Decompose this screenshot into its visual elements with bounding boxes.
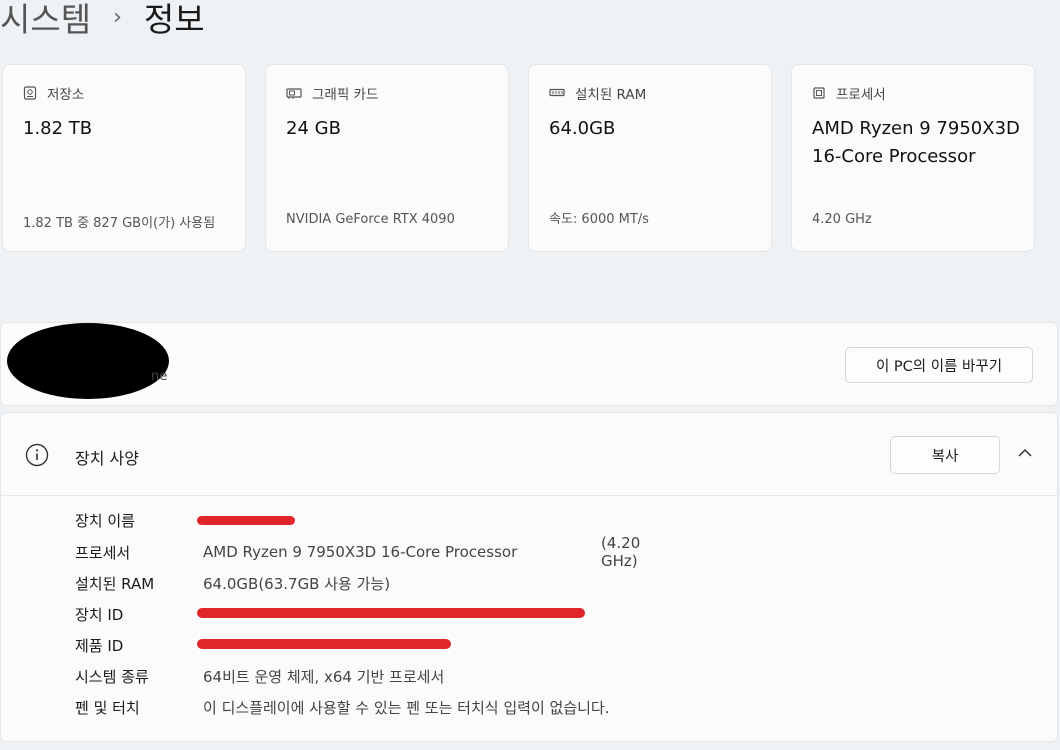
chevron-up-icon[interactable] — [1017, 447, 1033, 459]
breadcrumb: 시스템 › 정보 — [0, 0, 205, 42]
processor-card: 프로세서 AMD Ryzen 9 7950X3D 16-Core Process… — [791, 64, 1035, 252]
ram-card: 설치된 RAM 64.0GB 속도: 6000 MT/s — [528, 64, 772, 252]
spec-row-device-id: 장치 ID — [75, 602, 203, 626]
redaction-line — [197, 639, 451, 649]
spec-label: 제품 ID — [75, 636, 124, 655]
copy-button[interactable]: 복사 — [890, 436, 1000, 474]
spec-row-processor: 프로세서 AMD Ryzen 9 7950X3D 16-Core Process… — [75, 534, 640, 570]
rename-pc-button[interactable]: 이 PC의 이름 바꾸기 — [845, 347, 1033, 383]
storage-value: 1.82 TB — [23, 118, 93, 139]
ram-speed: 속도: 6000 MT/s — [549, 212, 649, 227]
breadcrumb-separator: › — [113, 4, 122, 30]
spec-row-product-id: 제품 ID — [75, 633, 203, 657]
spec-label: 장치 ID — [75, 605, 124, 624]
storage-card: 저장소 1.82 TB 1.82 TB 중 827 GB이(가) 사용됨 — [2, 64, 246, 252]
spec-row-device-name: 장치 이름 — [75, 508, 203, 532]
pc-name-text: ne — [151, 369, 168, 384]
storage-icon — [23, 86, 37, 100]
spec-value: 64.0GB(63.7GB 사용 가능) — [203, 574, 391, 593]
processor-speed: 4.20 GHz — [812, 212, 872, 227]
spec-label: 펜 및 터치 — [75, 698, 140, 717]
ram-title: 설치된 RAM — [575, 87, 647, 103]
device-specs-header[interactable]: 장치 사양 복사 — [1, 413, 1057, 496]
graphics-value: 24 GB — [286, 118, 341, 139]
processor-icon — [813, 87, 825, 99]
spec-label: 시스템 종류 — [75, 667, 149, 686]
graphics-card: 그래픽 카드 24 GB NVIDIA GeForce RTX 4090 — [265, 64, 509, 252]
spec-value: 64비트 운영 체제, x64 기반 프로세서 — [203, 667, 445, 686]
device-specs-panel: 장치 사양 복사 장치 이름 프로세서 AMD Ryzen 9 7950X3D … — [0, 412, 1058, 742]
processor-title: 프로세서 — [836, 87, 886, 103]
spec-label: 장치 이름 — [75, 511, 135, 530]
pc-name-panel: ne 이 PC의 이름 바꾸기 — [0, 322, 1058, 406]
storage-usage: 1.82 TB 중 827 GB이(가) 사용됨 — [23, 216, 216, 231]
spec-value: AMD Ryzen 9 7950X3D 16-Core Processor — [203, 543, 518, 561]
info-icon — [25, 443, 49, 467]
spec-value-extra: (4.20 GHz) — [601, 534, 641, 570]
redaction-line — [197, 516, 295, 525]
spec-row-pen-touch: 펜 및 터치 이 디스플레이에 사용할 수 있는 펜 또는 터치식 입력이 없습… — [75, 695, 609, 719]
device-specs-title: 장치 사양 — [75, 449, 139, 468]
redaction-mark — [7, 323, 169, 399]
graphics-title: 그래픽 카드 — [312, 87, 379, 103]
spec-label: 설치된 RAM — [75, 574, 155, 593]
spec-value: 이 디스플레이에 사용할 수 있는 펜 또는 터치식 입력이 없습니다. — [203, 698, 610, 717]
storage-title: 저장소 — [47, 87, 85, 103]
memory-icon — [549, 88, 565, 97]
graphics-card-icon — [286, 88, 302, 99]
spec-row-ram: 설치된 RAM 64.0GB(63.7GB 사용 가능) — [75, 571, 390, 595]
breadcrumb-parent[interactable]: 시스템 — [0, 0, 91, 41]
spec-row-system-type: 시스템 종류 64비트 운영 체제, x64 기반 프로세서 — [75, 664, 444, 688]
redaction-line — [197, 608, 585, 618]
processor-value: AMD Ryzen 9 7950X3D 16-Core Processor — [812, 118, 1020, 167]
spec-label: 프로세서 — [75, 543, 131, 562]
page-title: 정보 — [143, 0, 205, 39]
graphics-model: NVIDIA GeForce RTX 4090 — [286, 212, 455, 227]
ram-value: 64.0GB — [549, 118, 616, 139]
